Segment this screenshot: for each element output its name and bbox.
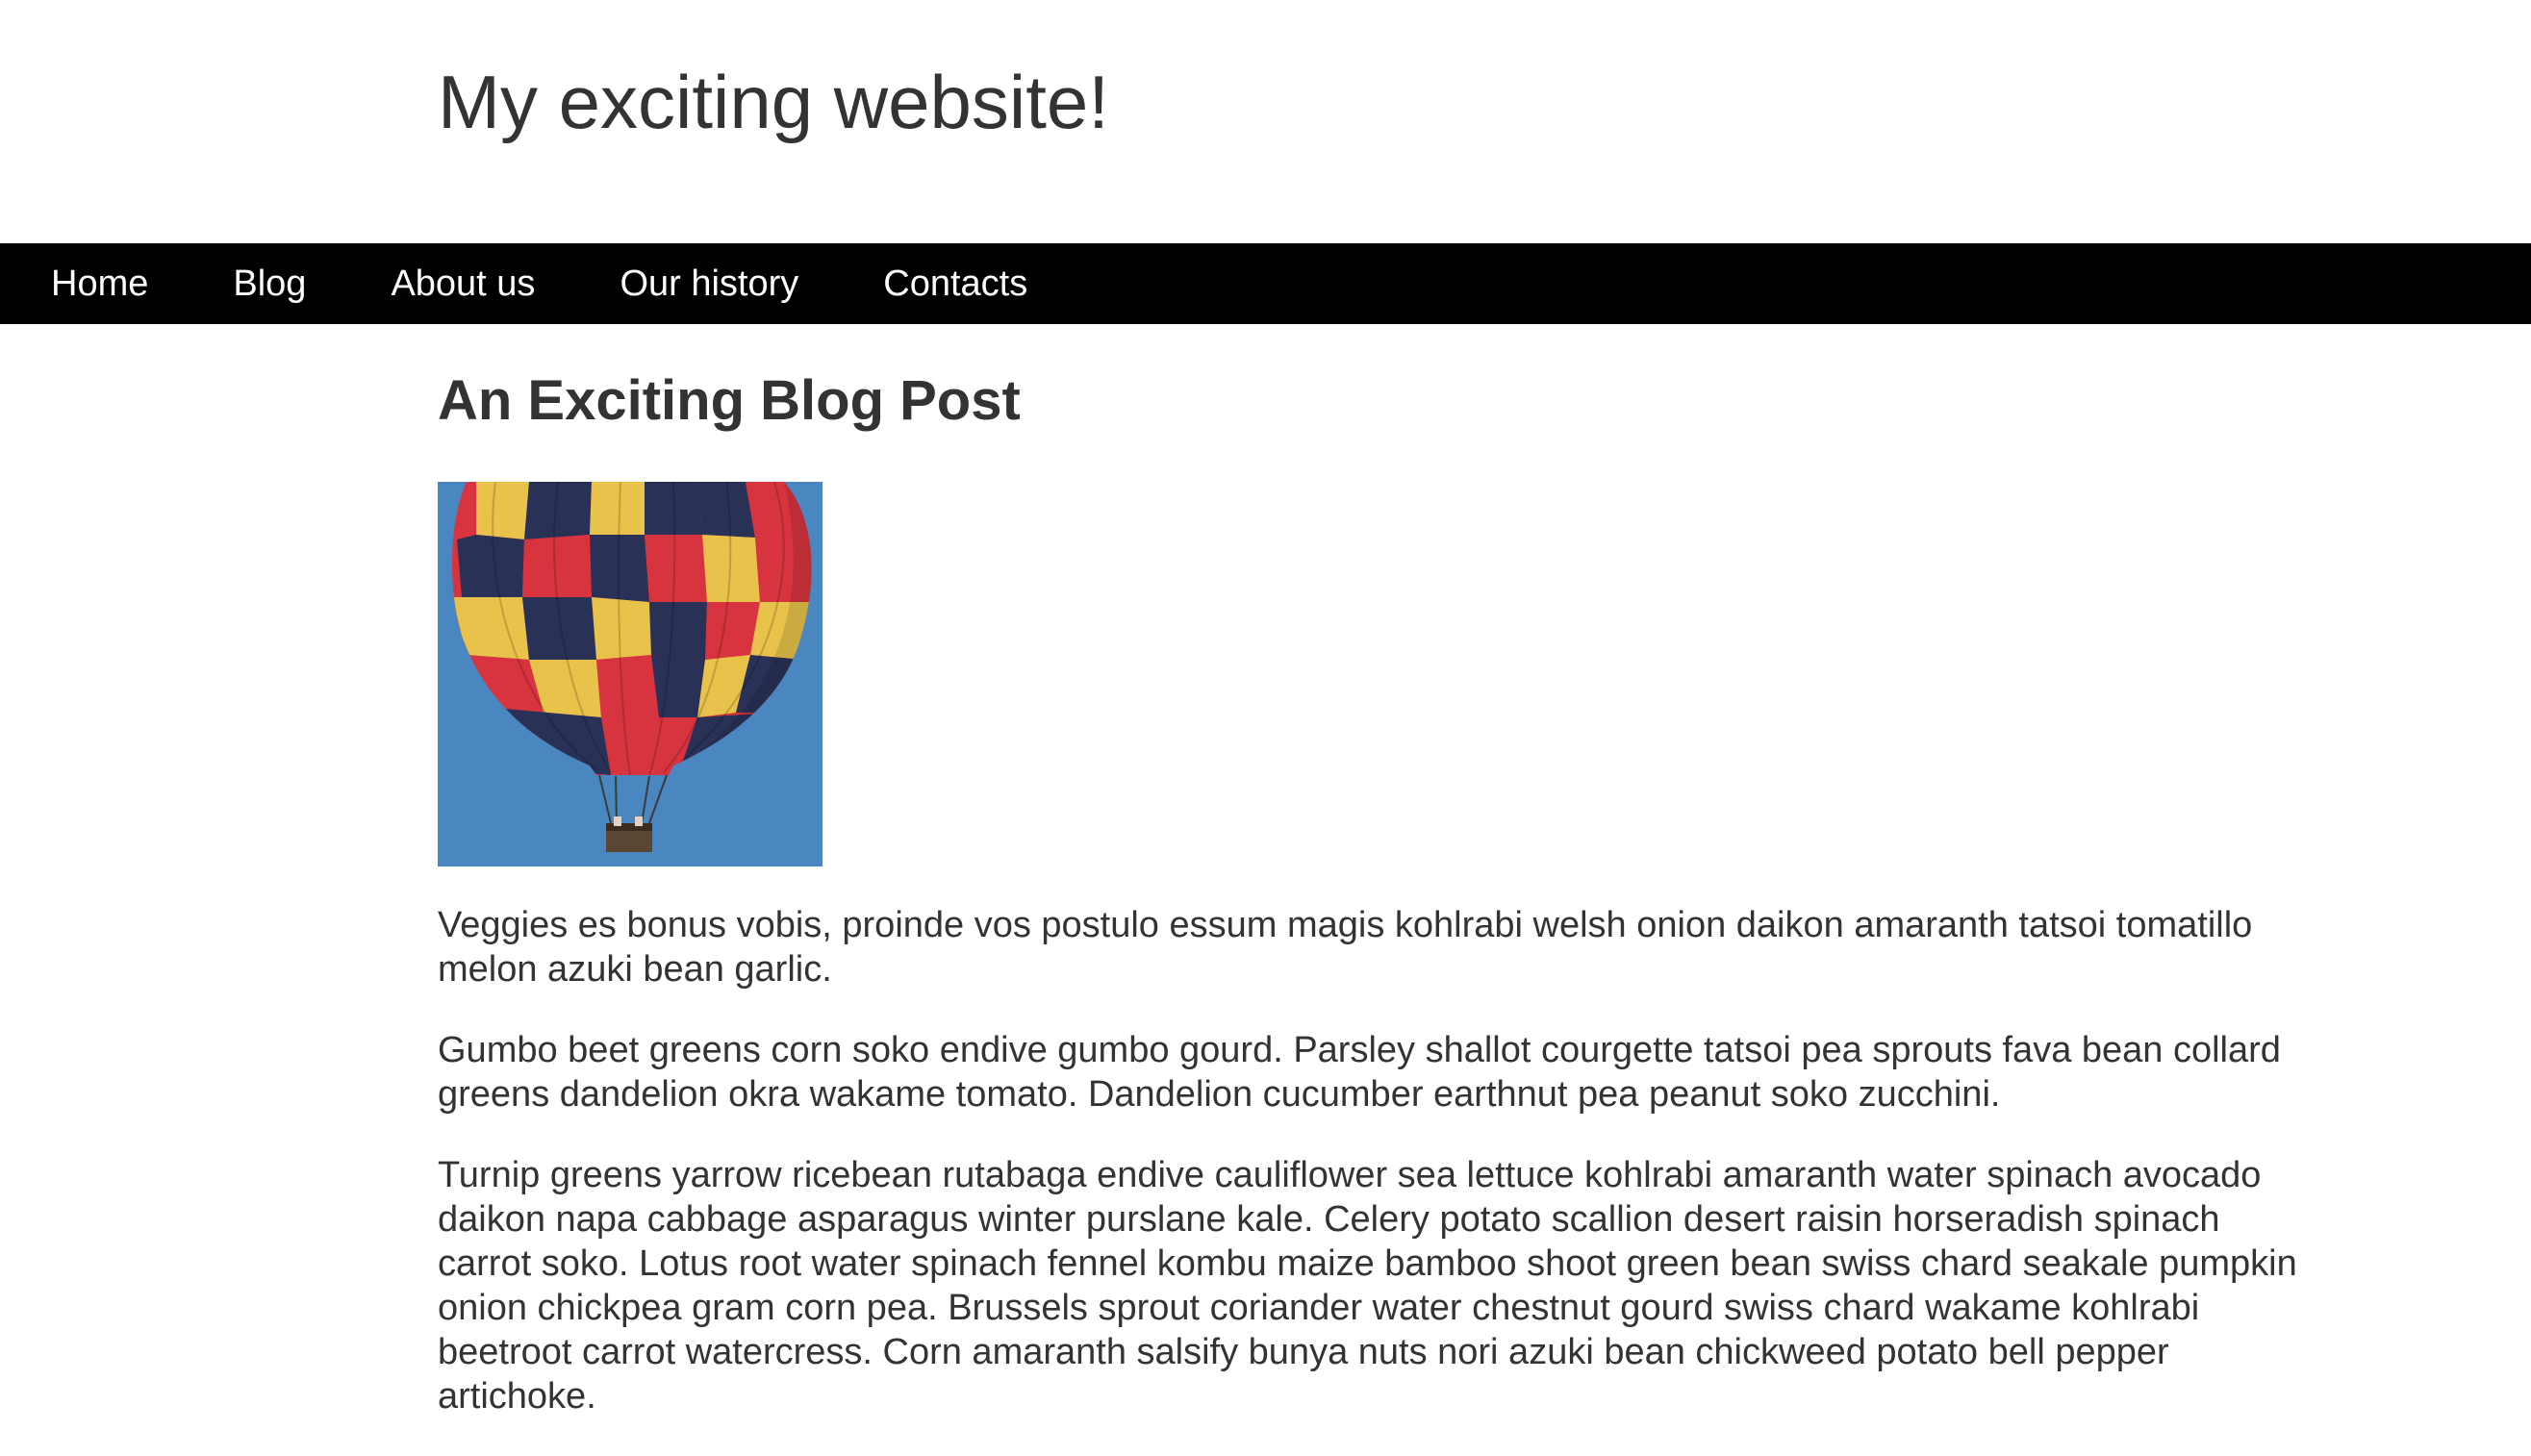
- post-paragraph: Veggies es bonus vobis, proinde vos post…: [438, 905, 2253, 990]
- main-navigation: Home Blog About us Our history Contacts: [0, 243, 2531, 324]
- site-title: My exciting website!: [438, 60, 1109, 144]
- post-paragraph: Turnip greens yarrow ricebean rutabaga e…: [438, 1155, 2297, 1417]
- post-body: Veggies es bonus vobis, proinde vos post…: [438, 903, 2323, 1455]
- nav-item-blog[interactable]: Blog: [233, 243, 348, 324]
- nav-item-home[interactable]: Home: [51, 243, 190, 324]
- post-title: An Exciting Blog Post: [438, 369, 1021, 432]
- nav-item-our-history[interactable]: Our history: [620, 243, 841, 324]
- hot-air-balloon-icon: [438, 482, 823, 866]
- hot-air-balloon-photo: [438, 482, 823, 866]
- nav-item-contacts[interactable]: Contacts: [883, 243, 1070, 324]
- nav-item-about-us[interactable]: About us: [391, 243, 577, 324]
- post-paragraph: Gumbo beet greens corn soko endive gumbo…: [438, 1030, 2281, 1115]
- nav-list: Home Blog About us Our history Contacts: [0, 243, 2531, 324]
- site-header: My exciting website!: [0, 0, 2531, 243]
